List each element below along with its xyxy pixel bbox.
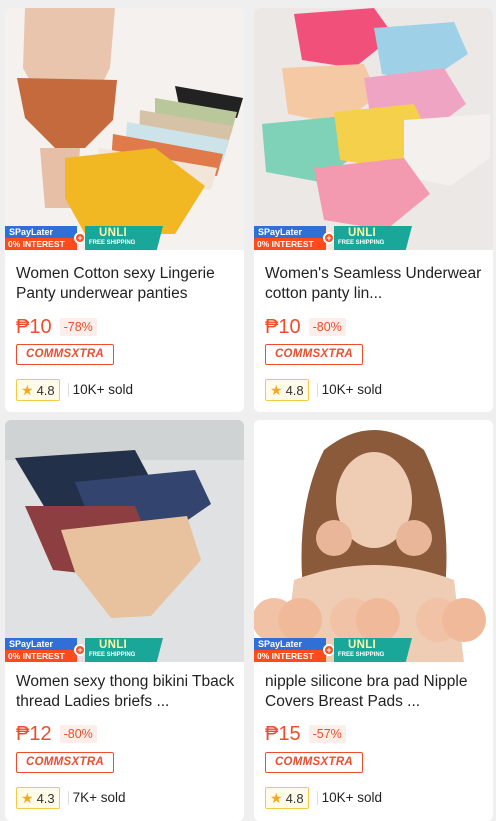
unli-shipping-badge: UNLI FREE SHIPPING [85,638,163,662]
product-price: ₱15 [265,723,301,745]
price-row: ₱12 -80% [16,722,97,746]
discount-badge: -80% [308,318,346,336]
product-price: ₱12 [16,723,52,745]
product-title[interactable]: Women sexy thong bikini Tback thread Lad… [16,672,236,712]
spaylater-label: SPayLater [254,638,326,650]
interest-label: 0% INTEREST [5,238,77,250]
star-icon: ★ [21,790,34,806]
spaylater-label: SPayLater [5,638,77,650]
discount-badge: -80% [59,725,97,743]
sold-count: 10K+ sold [67,383,133,397]
unli-shipping-badge: UNLI FREE SHIPPING [334,226,412,250]
commsxtra-badge: COMMSXTRA [16,752,114,773]
price-row: ₱10 -78% [16,315,97,339]
rating-badge: ★ 4.8 [265,379,309,401]
rating-badge: ★ 4.8 [16,379,60,401]
promo-banner: SPayLater 0% INTEREST + UNLI FREE SHIPPI… [254,226,414,250]
plus-icon: + [74,644,86,656]
rating-value: 4.3 [36,790,55,806]
product-title[interactable]: nipple silicone bra pad Nipple Covers Br… [265,672,485,712]
star-icon: ★ [21,382,34,398]
promo-banner: SPayLater 0% INTEREST + UNLI FREE SHIPPI… [5,638,165,662]
promo-banner: SPayLater 0% INTEREST + UNLI FREE SHIPPI… [5,226,165,250]
interest-label: 0% INTEREST [254,238,326,250]
commsxtra-badge: COMMSXTRA [265,344,363,365]
sold-count: 10K+ sold [316,791,382,805]
product-grid: SPayLater 0% INTEREST + UNLI FREE SHIPPI… [0,0,496,821]
promo-banner: SPayLater 0% INTEREST + UNLI FREE SHIPPI… [254,638,414,662]
rating-row: ★ 4.8 10K+ sold [16,378,133,402]
product-card[interactable]: SPayLater 0% INTEREST + UNLI FREE SHIPPI… [5,420,244,821]
star-icon: ★ [270,382,283,398]
plus-icon: + [74,232,86,244]
product-image[interactable]: SPayLater 0% INTEREST + UNLI FREE SHIPPI… [254,8,493,250]
unli-shipping-badge: UNLI FREE SHIPPING [334,638,412,662]
product-title[interactable]: Women Cotton sexy Lingerie Panty underwe… [16,264,236,304]
rating-value: 4.8 [36,382,55,398]
commsxtra-badge: COMMSXTRA [16,344,114,365]
spaylater-label: SPayLater [5,226,77,238]
spaylater-label: SPayLater [254,226,326,238]
product-image[interactable]: SPayLater 0% INTEREST + UNLI FREE SHIPPI… [5,420,244,662]
rating-badge: ★ 4.3 [16,787,60,809]
price-row: ₱15 -57% [265,722,346,746]
star-icon: ★ [270,790,283,806]
interest-label: 0% INTEREST [5,650,77,662]
commsxtra-badge: COMMSXTRA [265,752,363,773]
rating-value: 4.8 [285,382,304,398]
product-image[interactable]: SPayLater 0% INTEREST + UNLI FREE SHIPPI… [5,8,244,250]
product-image[interactable]: SPayLater 0% INTEREST + UNLI FREE SHIPPI… [254,420,493,662]
product-card[interactable]: SPayLater 0% INTEREST + UNLI FREE SHIPPI… [254,420,493,821]
rating-row: ★ 4.8 10K+ sold [265,786,382,810]
rating-value: 4.8 [285,790,304,806]
discount-badge: -57% [308,725,346,743]
interest-label: 0% INTEREST [254,650,326,662]
product-card[interactable]: SPayLater 0% INTEREST + UNLI FREE SHIPPI… [5,8,244,412]
rating-row: ★ 4.3 7K+ sold [16,786,126,810]
rating-row: ★ 4.8 10K+ sold [265,378,382,402]
discount-badge: -78% [59,318,97,336]
product-card[interactable]: SPayLater 0% INTEREST + UNLI FREE SHIPPI… [254,8,493,412]
rating-badge: ★ 4.8 [265,787,309,809]
plus-icon: + [323,232,335,244]
unli-shipping-badge: UNLI FREE SHIPPING [85,226,163,250]
product-price: ₱10 [16,316,52,338]
price-row: ₱10 -80% [265,315,346,339]
product-title[interactable]: Women's Seamless Underwear cotton panty … [265,264,485,304]
sold-count: 7K+ sold [67,791,126,805]
product-price: ₱10 [265,316,301,338]
plus-icon: + [323,644,335,656]
sold-count: 10K+ sold [316,383,382,397]
